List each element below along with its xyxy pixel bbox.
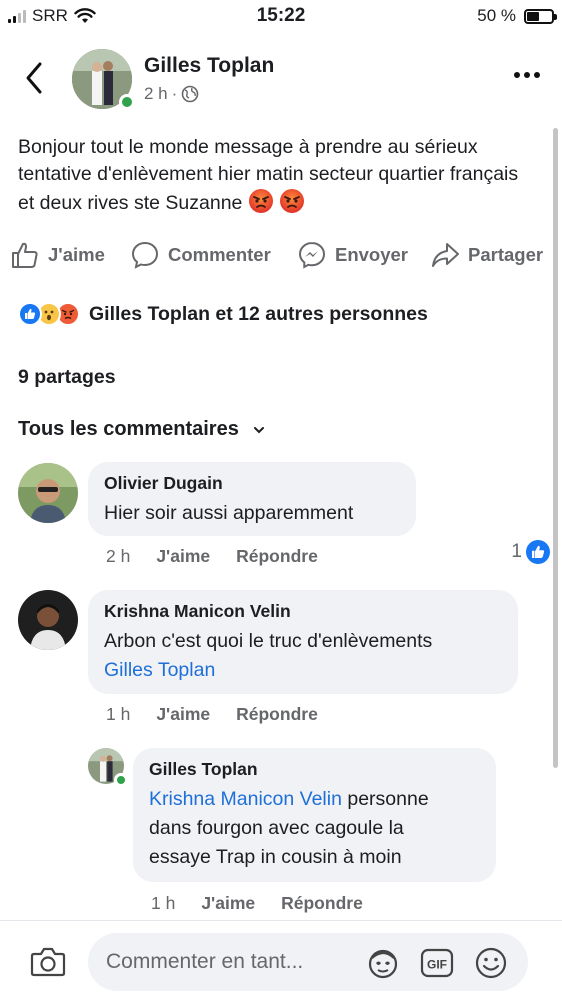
globe-icon (182, 85, 199, 103)
reply-author[interactable]: Gilles Toplan (149, 759, 480, 780)
angry-face-emoji (248, 189, 273, 213)
reply-text-part1: personne (341, 788, 429, 810)
comments-filter-dropdown[interactable]: Tous les commentaires (18, 418, 265, 441)
comment-reply-button[interactable]: Répondre (236, 546, 318, 567)
comment-author[interactable]: Olivier Dugain (104, 473, 400, 494)
chevron-down-icon (253, 426, 264, 433)
like-button-label: J'aime (48, 244, 105, 265)
like-button[interactable]: J'aime (10, 240, 105, 270)
reply-meta: 1 h J'aime Répondre (151, 893, 363, 914)
commenter-avatar[interactable] (18, 463, 78, 523)
comment-text: Arbon c'est quoi le truc d'enlèvements (104, 630, 433, 652)
avatar-sticker-icon[interactable] (366, 946, 400, 980)
comment-bubble: Olivier Dugain Hier soir aussi apparemme… (88, 462, 416, 536)
shares-count[interactable]: 9 partages (18, 366, 116, 389)
battery-percent: 50 % (477, 6, 516, 25)
speech-bubble-icon (131, 241, 159, 269)
comment-like-count[interactable]: 1 (511, 540, 550, 564)
reply-mention[interactable]: Krishna Manicon Velin (149, 788, 342, 810)
reactions-summary[interactable]: Gilles Toplan et 12 autres personnes (18, 302, 428, 326)
reply-time: 1 h (151, 893, 176, 913)
comment-button[interactable]: Commenter (130, 240, 271, 270)
like-count-number: 1 (511, 541, 522, 562)
comment-meta: 2 h J'aime Répondre (106, 546, 318, 567)
reactions-text: Gilles Toplan et 12 autres personnes (89, 302, 428, 325)
post-header: Gilles Toplan 2 h · (0, 44, 562, 114)
comment-input[interactable]: Commenter en tant... GIF (88, 933, 528, 991)
gif-icon[interactable]: GIF (420, 946, 454, 980)
comment-bubble: Krishna Manicon Velin Arbon c'est quoi l… (88, 590, 518, 694)
reply-author-avatar[interactable] (88, 748, 128, 787)
send-button-label: Envoyer (335, 244, 409, 265)
comment-input-placeholder: Commenter en tant... (106, 950, 304, 973)
comment-like-button[interactable]: J'aime (156, 704, 210, 725)
reply-text-line3: essaye Trap in cousin à moin (149, 846, 402, 868)
post-meta: 2 h · (144, 84, 199, 104)
camera-icon[interactable] (30, 945, 66, 979)
post-time[interactable]: 2 h (144, 84, 168, 104)
comment-reply-button[interactable]: Répondre (236, 704, 318, 725)
send-button[interactable]: Envoyer (297, 240, 408, 270)
comment-author[interactable]: Krishna Manicon Velin (104, 601, 502, 622)
thumbs-up-icon (12, 242, 38, 268)
share-button-label: Partager (468, 244, 544, 265)
comment-meta: 1 h J'aime Répondre (106, 704, 318, 725)
back-chevron-icon[interactable] (22, 60, 46, 96)
post-actions: J'aime Commenter Envoyer Partager (0, 240, 562, 276)
status-right: 50 % (477, 6, 557, 26)
reply-text-line1: Krishna Manicon Velin personne (149, 785, 480, 814)
svg-text:GIF: GIF (427, 958, 447, 972)
comment-text: Hier soir aussi apparemment (104, 502, 354, 524)
scrollbar[interactable] (553, 128, 558, 768)
status-bar: SRR 15:22 50 % (0, 0, 562, 34)
more-options-icon[interactable] (514, 72, 540, 78)
like-badge-icon (526, 540, 550, 564)
comment-mention[interactable]: Gilles Toplan (104, 656, 502, 685)
post-author-name[interactable]: Gilles Toplan (144, 54, 274, 78)
angry-face-emoji (280, 189, 305, 213)
reply-like-button[interactable]: J'aime (201, 893, 255, 914)
comment-time: 1 h (106, 704, 131, 724)
reply-bubble: Gilles Toplan Krishna Manicon Velin pers… (133, 748, 496, 882)
messenger-icon (298, 241, 326, 269)
comments-filter-label: Tous les commentaires (18, 418, 239, 440)
share-button[interactable]: Partager (430, 240, 543, 270)
commenter-avatar[interactable] (18, 590, 78, 650)
comment-like-button[interactable]: J'aime (156, 546, 210, 567)
comment-composer: Commenter en tant... GIF (0, 920, 562, 1000)
emoji-icon[interactable] (474, 946, 508, 980)
share-arrow-icon (432, 243, 459, 267)
meta-separator: · (171, 84, 178, 103)
online-status-dot (114, 773, 128, 787)
comment-time: 2 h (106, 546, 131, 566)
like-reaction-icon (18, 302, 42, 326)
online-status-dot (119, 94, 135, 110)
reply-reply-button[interactable]: Répondre (281, 893, 363, 914)
comment-button-label: Commenter (168, 244, 271, 265)
reply-text-line2: dans fourgon avec cagoule la (149, 817, 404, 839)
battery-icon (524, 8, 557, 24)
author-avatar[interactable] (72, 49, 135, 110)
post-text: Bonjour tout le monde message à prendre … (18, 134, 538, 217)
